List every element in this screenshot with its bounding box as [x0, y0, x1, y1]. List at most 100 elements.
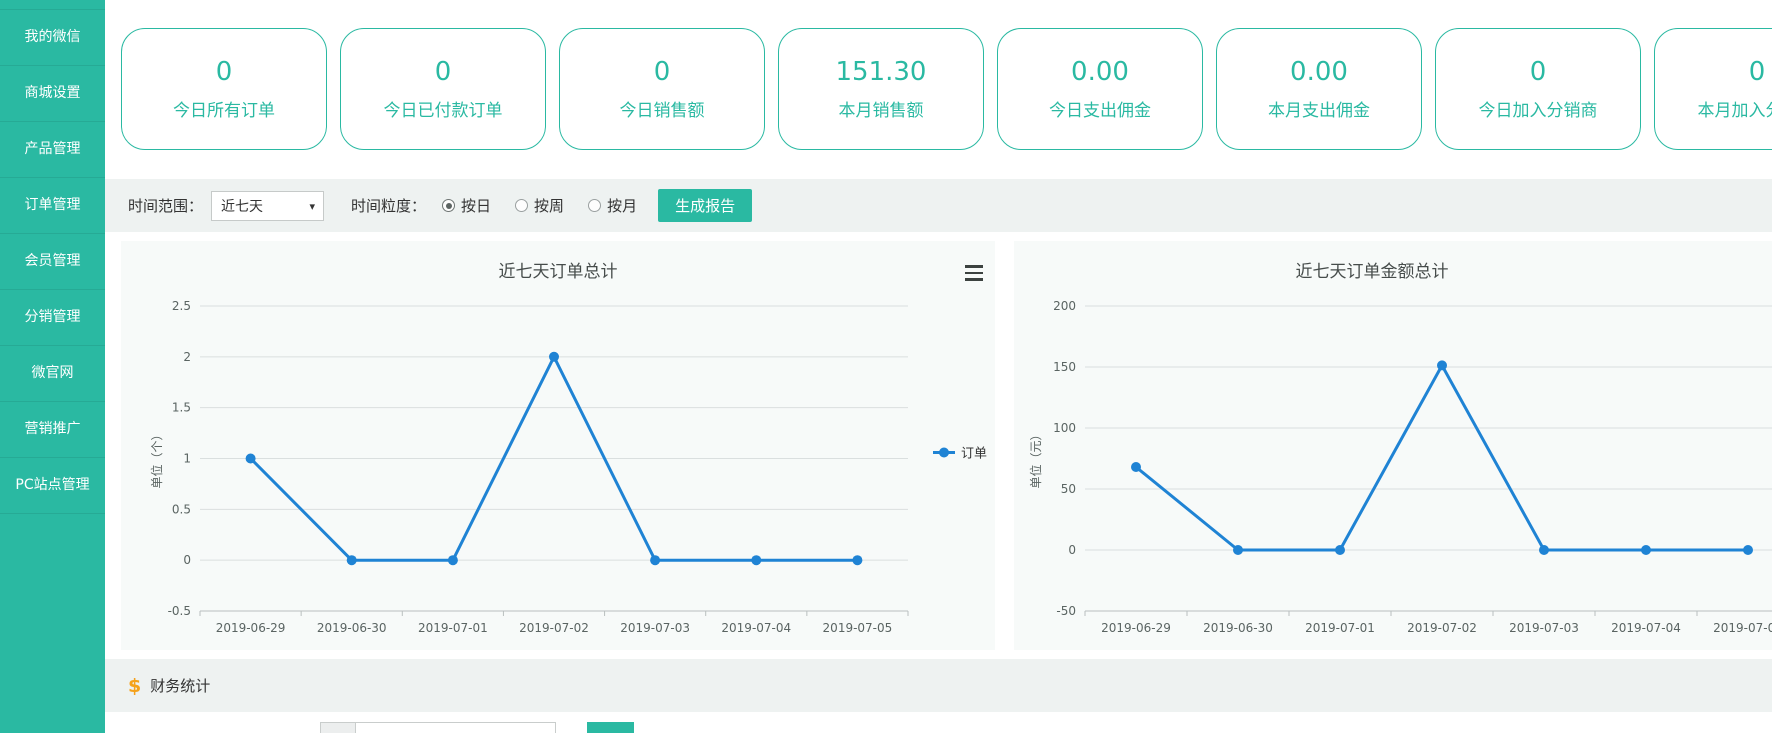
order-amount-line-chart: 近七天订单金额总计200150100500-502019-06-292019-0…: [1014, 241, 1772, 650]
chart-title: 近七天订单总计: [499, 262, 618, 282]
finance-section-title: 财务统计: [150, 675, 210, 696]
series-line: [1136, 365, 1748, 550]
data-point[interactable]: [1641, 545, 1651, 555]
data-point[interactable]: [347, 555, 357, 565]
stat-card-7: 0今日加入分销商: [1435, 28, 1641, 150]
time-range-select[interactable]: 近七天 ▾: [211, 191, 324, 221]
y-tick-label: 150: [1053, 360, 1076, 374]
finance-search-input-group: [320, 722, 556, 733]
stat-card-3: 0 今日销售额: [559, 28, 765, 150]
sidebar-item-2[interactable]: 商城设置: [0, 66, 105, 122]
x-tick-label: 2019-06-29: [1101, 621, 1171, 635]
stat-card-value: 0: [435, 57, 452, 87]
stat-card-8: 0本月加入分销商: [1654, 28, 1772, 150]
sidebar-item-4[interactable]: 订单管理: [0, 178, 105, 234]
data-point[interactable]: [1437, 360, 1447, 370]
data-point[interactable]: [751, 555, 761, 565]
stat-card-1: 0 今日所有订单: [121, 28, 327, 150]
radio-label: 按周: [534, 195, 564, 216]
granularity-radio-按月[interactable]: 按月: [588, 195, 637, 216]
stat-card-value: 0: [216, 57, 233, 87]
granularity-radio-group: 按日 按周 按月: [442, 195, 637, 216]
sidebar-item-1[interactable]: 我的微信: [0, 10, 105, 66]
stat-card-label: 今日支出佣金: [1049, 96, 1151, 121]
stat-card-5: 0.00 今日支出佣金: [997, 28, 1203, 150]
legend-item[interactable]: 订单: [933, 447, 987, 462]
y-axis-title: 单位（个）: [149, 428, 164, 488]
y-tick-label: 0: [183, 553, 191, 567]
x-tick-label: 2019-07-05: [1713, 621, 1772, 635]
radio-selected-icon[interactable]: [442, 199, 455, 212]
data-point[interactable]: [448, 555, 458, 565]
stat-card-label: 今日加入分销商: [1479, 96, 1598, 121]
data-point[interactable]: [1335, 545, 1345, 555]
x-tick-label: 2019-07-04: [721, 621, 791, 635]
chart-menu-icon[interactable]: [965, 265, 983, 281]
time-range-label: 时间范围：: [128, 195, 203, 216]
radio-unselected-icon[interactable]: [515, 199, 528, 212]
stat-card-value: 151.30: [836, 57, 927, 87]
y-tick-label: 1.5: [172, 401, 191, 415]
granularity-radio-按周[interactable]: 按周: [515, 195, 564, 216]
chart-title: 近七天订单金额总计: [1296, 262, 1449, 282]
stat-card-label: 今日已付款订单: [384, 96, 503, 121]
radio-label: 按日: [461, 195, 491, 216]
orders-chart-panel: 近七天订单总计2.521.510.50-0.52019-06-292019-06…: [121, 241, 995, 650]
filter-bar: 时间范围： 近七天 ▾ 时间粒度： 按日按周按月 生成报告: [105, 179, 1772, 232]
data-point[interactable]: [852, 555, 862, 565]
finance-section-header: $ 财务统计: [105, 659, 1772, 712]
x-tick-label: 2019-07-01: [418, 621, 488, 635]
finance-search-input[interactable]: [356, 722, 556, 733]
granularity-radio-按日[interactable]: 按日: [442, 195, 491, 216]
x-tick-label: 2019-07-03: [620, 621, 690, 635]
dashboard-screen: 我的微信商城设置产品管理订单管理会员管理分销管理微官网营销推广PC站点管理 0今…: [0, 0, 1772, 733]
data-point[interactable]: [246, 454, 256, 464]
sidebar-item-5[interactable]: 会员管理: [0, 234, 105, 290]
sidebar-item-9[interactable]: PC站点管理: [0, 458, 105, 514]
radio-label: 按月: [607, 195, 637, 216]
x-tick-label: 2019-06-29: [216, 621, 286, 635]
x-tick-label: 2019-07-05: [823, 621, 893, 635]
data-point[interactable]: [1743, 545, 1753, 555]
data-point[interactable]: [1233, 545, 1243, 555]
data-point[interactable]: [1131, 462, 1141, 472]
stat-card-label: 今日销售额: [620, 96, 705, 121]
y-tick-label: 2: [183, 350, 191, 364]
data-point[interactable]: [1539, 545, 1549, 555]
input-addon: [320, 722, 356, 733]
sidebar-item-3[interactable]: 产品管理: [0, 122, 105, 178]
x-tick-label: 2019-07-02: [519, 621, 589, 635]
y-tick-label: 2.5: [172, 299, 191, 313]
dollar-icon: $: [128, 675, 141, 697]
y-tick-label: 100: [1053, 421, 1076, 435]
sidebar-item-6[interactable]: 分销管理: [0, 290, 105, 346]
y-tick-label: 200: [1053, 299, 1076, 313]
stat-cards-row: 0 今日所有订单 0 今日已付款订单 0 今日销售额 151.30 本月销售额 0.00 今日支出…: [121, 28, 1772, 150]
legend-dot-marker: [939, 448, 949, 458]
x-tick-label: 2019-07-03: [1509, 621, 1579, 635]
y-tick-label: -50: [1056, 604, 1076, 618]
finance-search-button[interactable]: [587, 722, 634, 733]
data-point[interactable]: [650, 555, 660, 565]
time-range-selected-value: 近七天: [221, 196, 263, 216]
sidebar-item-7[interactable]: 微官网: [0, 346, 105, 402]
data-point[interactable]: [549, 352, 559, 362]
order-amount-chart-panel: 近七天订单金额总计200150100500-502019-06-292019-0…: [1014, 241, 1772, 650]
sidebar-item-8[interactable]: 营销推广: [0, 402, 105, 458]
stat-card-label: 本月销售额: [839, 96, 924, 121]
stat-card-4: 151.30 本月销售额: [778, 28, 984, 150]
chevron-down-icon: ▾: [309, 200, 315, 213]
x-tick-label: 2019-07-01: [1305, 621, 1375, 635]
y-tick-label: 1: [183, 452, 191, 466]
stat-card-label: 今日所有订单: [173, 96, 275, 121]
stat-card-value: 0.00: [1071, 57, 1129, 87]
y-tick-label: 0.5: [172, 502, 191, 516]
sidebar-divider: [0, 0, 105, 10]
x-tick-label: 2019-06-30: [317, 621, 387, 635]
generate-report-button[interactable]: 生成报告: [658, 189, 752, 222]
stat-card-value: 0.00: [1290, 57, 1348, 87]
stat-card-value: 0: [654, 57, 671, 87]
radio-unselected-icon[interactable]: [588, 199, 601, 212]
sidebar: 我的微信商城设置产品管理订单管理会员管理分销管理微官网营销推广PC站点管理: [0, 0, 105, 733]
y-tick-label: 50: [1061, 482, 1076, 496]
